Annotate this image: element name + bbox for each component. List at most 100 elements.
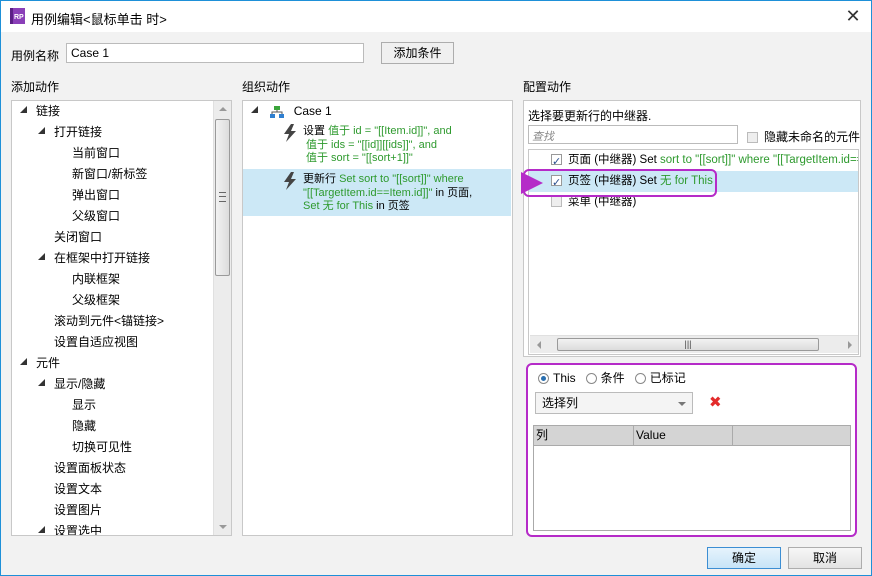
tree-item[interactable]: 显示	[72, 395, 96, 416]
tree-item-label: 关闭窗口	[54, 230, 103, 244]
header-extra	[733, 426, 851, 445]
ok-button[interactable]: 确定	[707, 547, 781, 569]
tree-item-label: 当前窗口	[72, 146, 121, 160]
dialog-title: 用例编辑<鼠标单击 时>	[31, 12, 167, 27]
tree-item-label: 切换可见性	[72, 440, 133, 454]
column-value-table: 列 Value	[533, 425, 851, 531]
close-button[interactable]: ✕	[843, 6, 863, 26]
radio-option[interactable]: This	[538, 371, 576, 385]
expand-triangle-icon[interactable]	[38, 379, 45, 387]
repeater-name: 菜单 (中继器)	[568, 196, 637, 208]
case-editor-dialog: RP 用例编辑<鼠标单击 时> ✕ 用例名称 Case 1 添加条件 添加动作 …	[0, 0, 872, 576]
tree-item[interactable]: 设置面板状态	[54, 458, 126, 479]
case-node[interactable]: Case 1	[251, 101, 332, 122]
tree-item[interactable]: 隐藏	[72, 416, 96, 437]
checkbox[interactable]	[551, 196, 562, 208]
tree-item[interactable]: 设置自适应视图	[54, 332, 138, 353]
tree-item[interactable]: 元件	[20, 353, 60, 374]
case-name-label: 用例名称	[11, 49, 60, 63]
column-select[interactable]: 选择列	[535, 392, 693, 414]
scroll-down-arrow-icon[interactable]	[219, 525, 227, 529]
tree-item[interactable]: 滚动到元件<锚链接>	[54, 311, 164, 332]
tree-item[interactable]: 显示/隐藏	[38, 374, 105, 395]
grip-icon	[219, 192, 226, 202]
scroll-left-arrow-icon[interactable]	[537, 341, 541, 349]
tree-item[interactable]: 在框架中打开链接	[38, 248, 150, 269]
tree-item-label: 内联框架	[72, 272, 121, 286]
title-bar: RP 用例编辑<鼠标单击 时> ✕	[1, 1, 871, 32]
add-actions-heading: 添加动作	[11, 80, 60, 94]
tree-item[interactable]: 内联框架	[72, 269, 120, 290]
tree-item-label: 元件	[36, 356, 61, 370]
tree-item-label: 链接	[36, 104, 61, 118]
configure-actions-panel: 选择要更新行的中继器. 查找 隐藏未命名的元件 页面 (中继器) Set sor…	[523, 100, 861, 357]
lightning-icon	[284, 172, 296, 190]
radio-label: 条件	[600, 371, 625, 385]
cancel-button[interactable]: 取消	[788, 547, 862, 569]
checkbox[interactable]	[747, 132, 758, 144]
radio-button[interactable]	[538, 373, 549, 385]
chevron-down-icon	[678, 402, 686, 406]
row-mode-radio-group: This 条件 已标记	[538, 369, 696, 386]
tree-item[interactable]: 切换可见性	[72, 437, 132, 458]
tree-item[interactable]: 设置图片	[54, 500, 102, 521]
hide-unnamed-checkbox[interactable]: 隐藏未命名的元件	[747, 128, 860, 145]
tree-item-label: 设置自适应视图	[54, 335, 139, 349]
tree-item[interactable]: 父级窗口	[72, 206, 120, 227]
repeater-prompt: 选择要更新行的中继器.	[528, 109, 652, 123]
expand-triangle-icon[interactable]	[20, 106, 27, 114]
tree-item-label: 弹出窗口	[72, 188, 121, 202]
configure-actions-heading: 配置动作	[523, 80, 572, 94]
tree-item-label: 设置选中	[54, 524, 103, 536]
action-update-row[interactable]: 更新行 Set sort to "[[sort]]" where "[[Targ…	[243, 169, 511, 216]
scroll-up-arrow-icon[interactable]	[219, 107, 227, 111]
delete-icon[interactable]: ✖	[709, 393, 722, 411]
repeater-detail: sort to "[[sort]]" where "[[TargetItem.i…	[660, 154, 859, 166]
tree-item-label: 新窗口/新标签	[72, 167, 148, 181]
expand-triangle-icon[interactable]	[38, 127, 45, 135]
scroll-thumb[interactable]	[215, 119, 230, 276]
case-tree-icon	[270, 105, 285, 118]
table-header: 列 Value	[534, 426, 850, 446]
row-config-panel: This 条件 已标记 选择列 ✖ 列 Value	[526, 363, 857, 537]
header-column: 列	[534, 426, 634, 445]
tree-item-label: 显示/隐藏	[54, 377, 106, 391]
tree-item[interactable]: 父级框架	[72, 290, 120, 311]
organize-actions-heading: 组织动作	[242, 80, 291, 94]
scroll-thumb[interactable]: |||	[557, 338, 819, 351]
repeater-name: 页面 (中继器) Set	[568, 154, 661, 166]
expand-triangle-icon[interactable]	[38, 526, 45, 534]
tree-item[interactable]: 设置选中	[38, 521, 103, 536]
horizontal-scrollbar[interactable]: |||	[530, 335, 858, 353]
tree-item[interactable]: 链接	[20, 101, 60, 122]
radio-option[interactable]: 条件	[585, 371, 625, 385]
radio-button[interactable]	[585, 373, 597, 385]
tree-item[interactable]: 新窗口/新标签	[72, 164, 147, 185]
tree-item-label: 设置文本	[54, 482, 103, 496]
checkbox[interactable]	[551, 152, 562, 173]
repeater-item[interactable]: 页面 (中继器) Set sort to "[[sort]]" where "[…	[529, 150, 859, 173]
radio-option[interactable]: 已标记	[634, 371, 686, 385]
scroll-right-arrow-icon[interactable]	[848, 341, 852, 349]
expand-triangle-icon[interactable]	[38, 253, 45, 261]
tree-item[interactable]: 设置文本	[54, 479, 102, 500]
tree-item[interactable]: 当前窗口	[72, 143, 120, 164]
case-name-input[interactable]: Case 1	[66, 43, 364, 63]
radio-label: 已标记	[649, 371, 686, 385]
expand-triangle-icon[interactable]	[251, 106, 258, 114]
radio-button[interactable]	[634, 373, 646, 385]
tree-item[interactable]: 打开链接	[38, 122, 102, 143]
axure-rp-icon: RP	[10, 8, 25, 24]
tree-item-label: 在框架中打开链接	[54, 251, 151, 265]
action-set-variable[interactable]: 设置 值于 id = "[[Item.id]]", and 值于 ids = "…	[243, 121, 511, 169]
tree-item-label: 隐藏	[72, 419, 97, 433]
tree-item[interactable]: 关闭窗口	[54, 227, 102, 248]
add-condition-button[interactable]: 添加条件	[381, 42, 454, 64]
expand-triangle-icon[interactable]	[20, 358, 27, 366]
search-input[interactable]: 查找	[528, 125, 738, 144]
radio-label: This	[553, 371, 576, 385]
tree-item[interactable]: 弹出窗口	[72, 185, 120, 206]
tree-item-label: 设置面板状态	[54, 461, 127, 475]
organize-actions-panel: Case 1 设置 值于 id = "[[Item.id]]", and 值于 …	[242, 100, 513, 536]
vertical-scrollbar[interactable]	[213, 101, 231, 535]
